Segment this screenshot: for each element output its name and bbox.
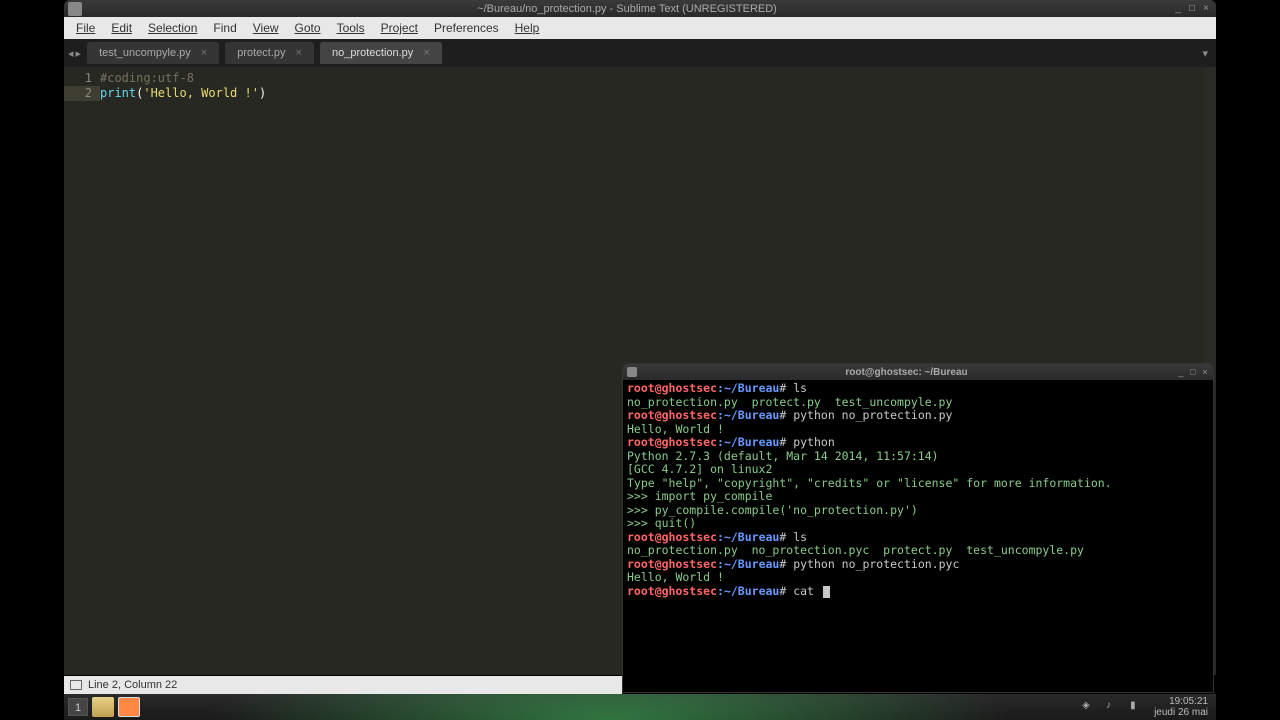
terminal-cursor <box>823 586 830 598</box>
clock[interactable]: 19:05:21 jeudi 26 mai <box>1154 696 1208 718</box>
status-text: Line 2, Column 22 <box>88 679 177 691</box>
taskbar-right: ◈ ♪ ▮ 19:05:21 jeudi 26 mai <box>1082 696 1216 718</box>
tab-protect[interactable]: protect.py × <box>225 42 314 64</box>
terminal-controls: _ □ × <box>1176 367 1210 377</box>
app-icon <box>68 2 82 16</box>
tab-close-icon[interactable]: × <box>296 47 302 59</box>
terminal-line: Hello, World ! <box>627 423 1209 437</box>
menu-view[interactable]: View <box>245 19 287 37</box>
terminal-line: root@ghostsec:~/Bureau# cat <box>627 585 1209 599</box>
menu-project[interactable]: Project <box>373 19 426 37</box>
tab-nav-arrows: ◂ ▸ <box>68 47 81 60</box>
terminal-minimize-button[interactable]: _ <box>1176 367 1186 377</box>
taskbar: 1 ◈ ♪ ▮ 19:05:21 jeudi 26 mai <box>64 694 1216 720</box>
taskbar-background <box>140 694 1082 720</box>
network-icon[interactable]: ◈ <box>1082 700 1096 714</box>
terminal-window: root@ghostsec: ~/Bureau _ □ × root@ghost… <box>622 363 1214 693</box>
tab-overflow-caret[interactable]: ▾ <box>1202 47 1208 60</box>
battery-icon[interactable]: ▮ <box>1130 700 1144 714</box>
tab-close-icon[interactable]: × <box>423 47 429 59</box>
status-panel-icon[interactable] <box>70 680 82 690</box>
close-button[interactable]: × <box>1200 3 1212 15</box>
clock-time: 19:05:21 <box>1154 696 1208 707</box>
tab-test-uncompyle[interactable]: test_uncompyle.py × <box>87 42 219 64</box>
terminal-line: >>> quit() <box>627 517 1209 531</box>
tab-no-protection[interactable]: no_protection.py × <box>320 42 442 64</box>
volume-icon[interactable]: ♪ <box>1106 700 1120 714</box>
maximize-button[interactable]: □ <box>1186 3 1198 15</box>
taskbar-left: 1 <box>64 697 140 717</box>
window-title-bar: ~/Bureau/no_protection.py - Sublime Text… <box>64 0 1216 17</box>
tab-nav-right[interactable]: ▸ <box>76 47 82 60</box>
sublime-taskbar-icon[interactable] <box>118 697 140 717</box>
file-manager-icon[interactable] <box>92 697 114 717</box>
menu-help[interactable]: Help <box>507 19 548 37</box>
tab-nav-left[interactable]: ◂ <box>68 47 74 60</box>
menu-goto[interactable]: Goto <box>287 19 329 37</box>
line-number: 1 <box>64 71 100 86</box>
terminal-line: no_protection.py no_protection.pyc prote… <box>627 544 1209 558</box>
workspace-switcher[interactable]: 1 <box>68 698 88 716</box>
terminal-body[interactable]: root@ghostsec:~/Bureau# lsno_protection.… <box>623 380 1213 600</box>
tab-label: protect.py <box>237 47 285 59</box>
line-number: 2 <box>64 86 100 101</box>
code-line: print('Hello, World !') <box>100 86 1216 101</box>
terminal-line: root@ghostsec:~/Bureau# ls <box>627 382 1209 396</box>
clock-date: jeudi 26 mai <box>1154 707 1208 718</box>
terminal-icon <box>627 367 637 377</box>
terminal-maximize-button[interactable]: □ <box>1188 367 1198 377</box>
menu-find[interactable]: Find <box>205 19 244 37</box>
terminal-line: root@ghostsec:~/Bureau# python <box>627 436 1209 450</box>
terminal-line: Type "help", "copyright", "credits" or "… <box>627 477 1209 491</box>
terminal-title-bar: root@ghostsec: ~/Bureau _ □ × <box>623 364 1213 380</box>
window-controls: _ □ × <box>1172 3 1212 15</box>
menu-bar: File Edit Selection Find View Goto Tools… <box>64 17 1216 39</box>
terminal-line: no_protection.py protect.py test_uncompy… <box>627 396 1209 410</box>
minimize-button[interactable]: _ <box>1172 3 1184 15</box>
terminal-close-button[interactable]: × <box>1200 367 1210 377</box>
terminal-line: >>> import py_compile <box>627 490 1209 504</box>
status-bar: Line 2, Column 22 <box>64 676 622 694</box>
terminal-line: [GCC 4.7.2] on linux2 <box>627 463 1209 477</box>
tab-bar: ◂ ▸ test_uncompyle.py × protect.py × no_… <box>64 39 1216 67</box>
terminal-line: >>> py_compile.compile('no_protection.py… <box>627 504 1209 518</box>
tab-close-icon[interactable]: × <box>201 47 207 59</box>
window-title: ~/Bureau/no_protection.py - Sublime Text… <box>82 3 1172 15</box>
terminal-line: root@ghostsec:~/Bureau# ls <box>627 531 1209 545</box>
menu-file[interactable]: File <box>68 19 103 37</box>
menu-selection[interactable]: Selection <box>140 19 205 37</box>
code-line: #coding:utf-8 <box>100 71 1216 86</box>
terminal-title: root@ghostsec: ~/Bureau <box>637 367 1176 378</box>
terminal-line: root@ghostsec:~/Bureau# python no_protec… <box>627 409 1209 423</box>
terminal-line: Python 2.7.3 (default, Mar 14 2014, 11:5… <box>627 450 1209 464</box>
tab-label: no_protection.py <box>332 47 413 59</box>
gutter: 1 2 <box>64 67 100 675</box>
menu-tools[interactable]: Tools <box>329 19 373 37</box>
menu-preferences[interactable]: Preferences <box>426 19 507 37</box>
terminal-line: Hello, World ! <box>627 571 1209 585</box>
tab-label: test_uncompyle.py <box>99 47 191 59</box>
menu-edit[interactable]: Edit <box>103 19 140 37</box>
terminal-line: root@ghostsec:~/Bureau# python no_protec… <box>627 558 1209 572</box>
